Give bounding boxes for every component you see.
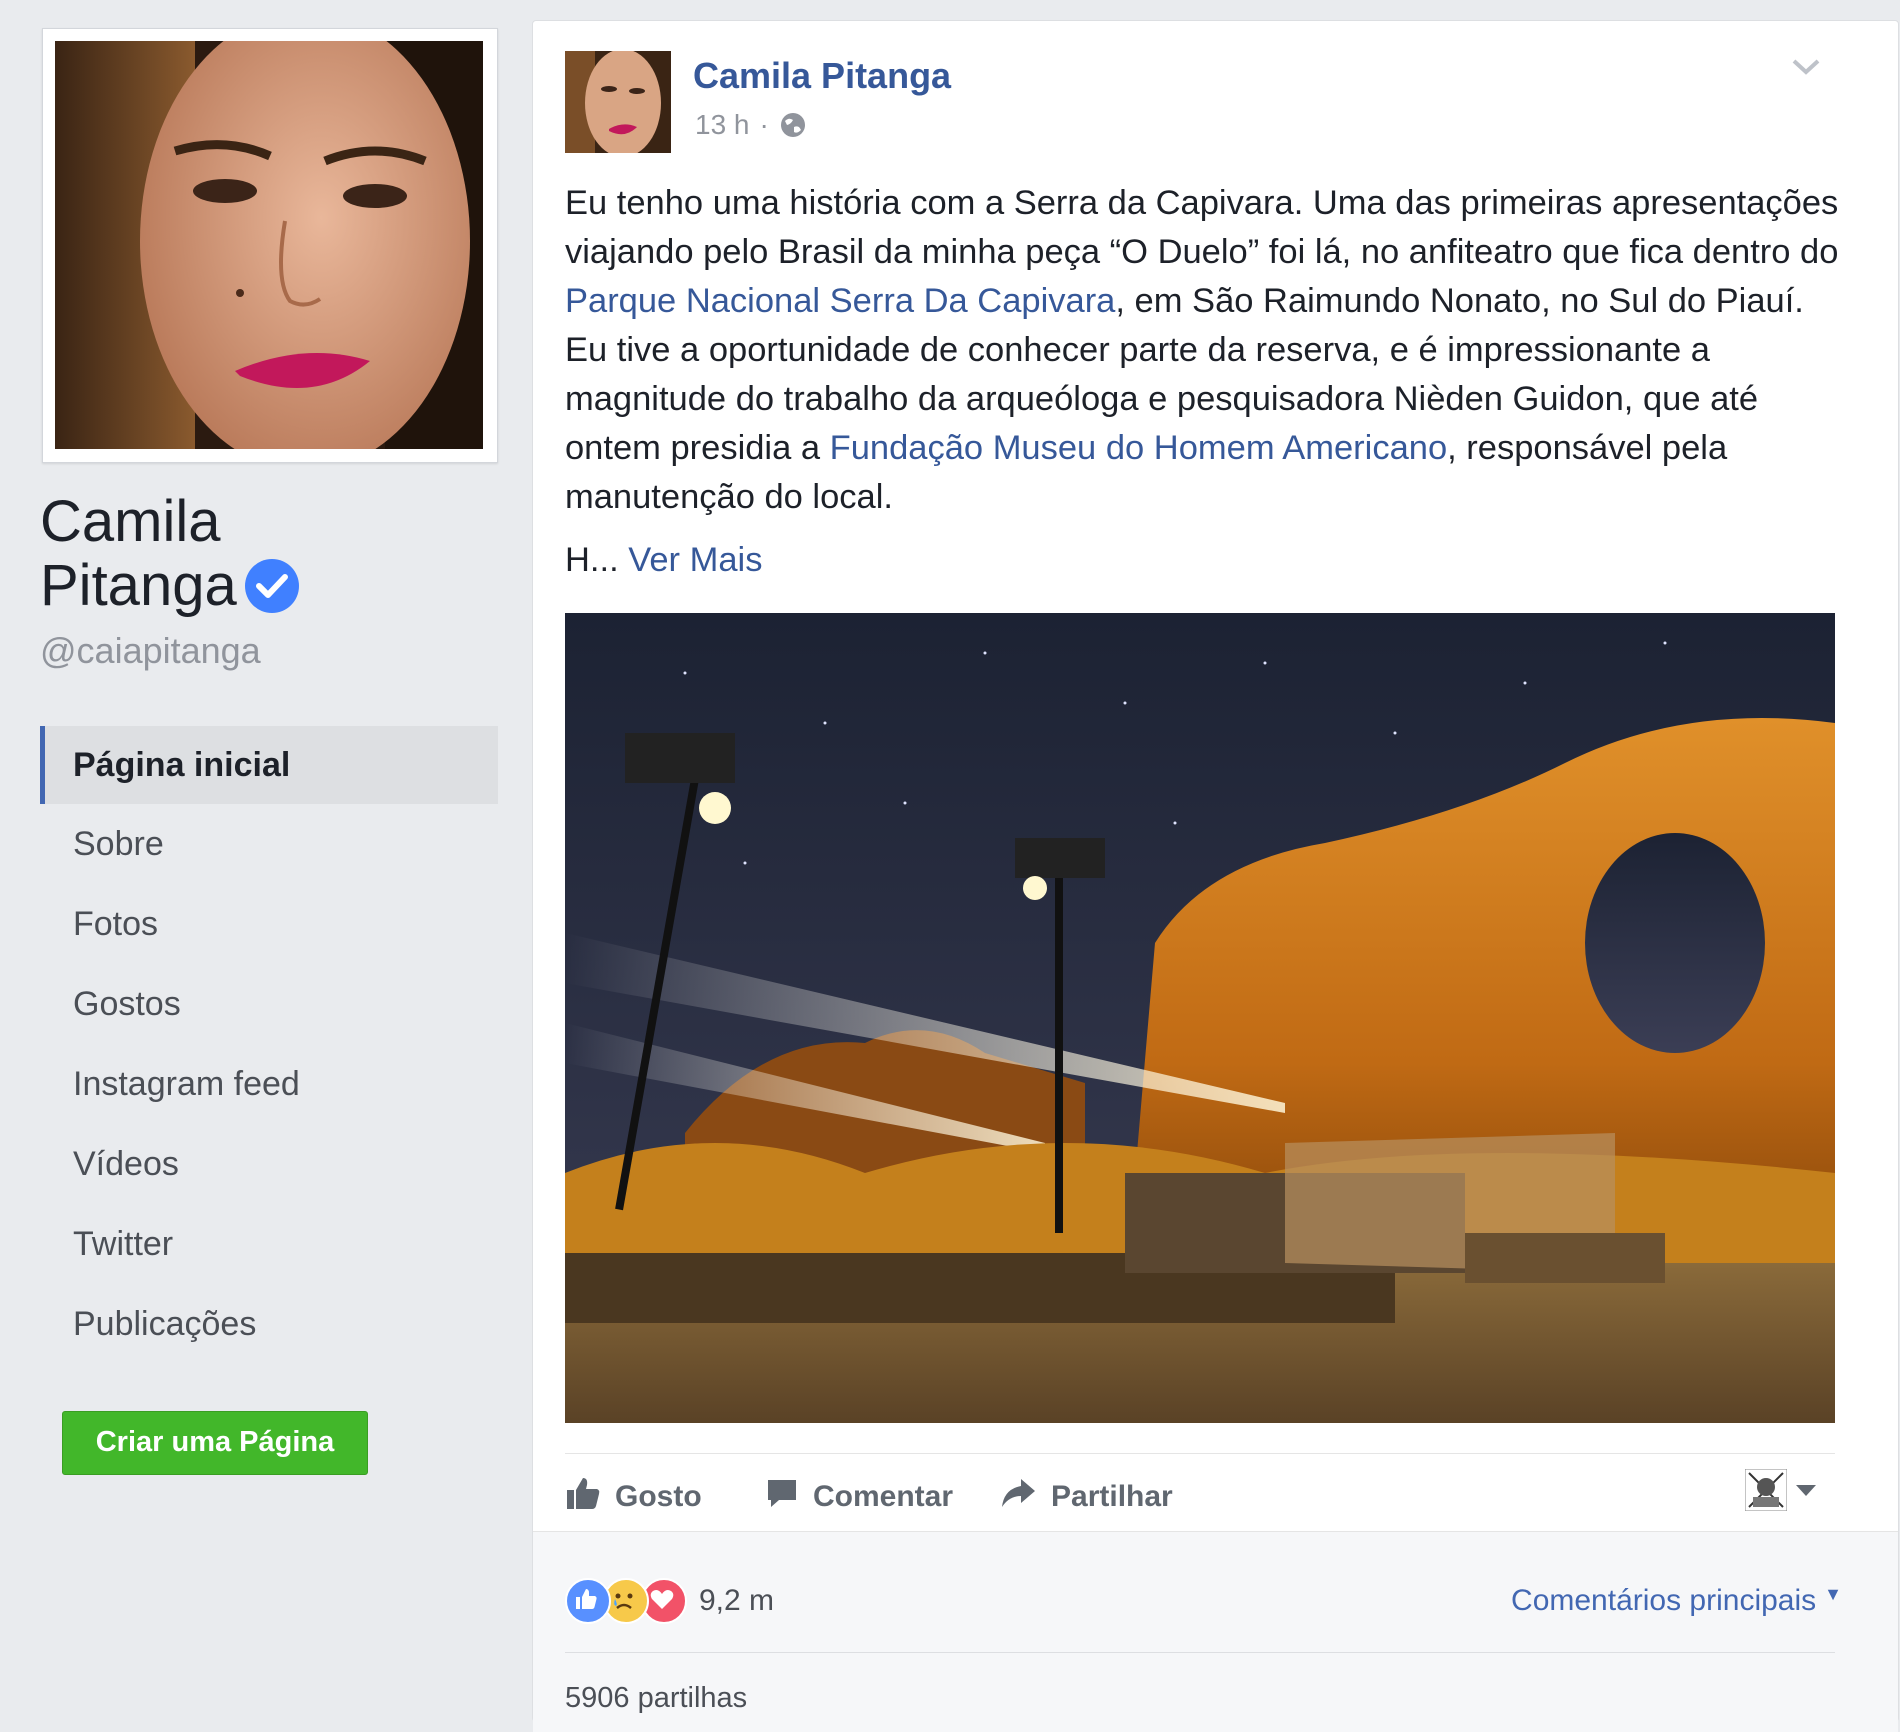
nav-item-posts[interactable]: Publicações — [40, 1284, 498, 1364]
post-timestamp[interactable]: 13 h — [695, 109, 750, 141]
post-as-avatar — [1744, 1468, 1788, 1516]
nav-item-likes[interactable]: Gostos — [40, 964, 498, 1044]
footer-divider — [565, 1652, 1835, 1653]
post-author-avatar[interactable] — [565, 51, 671, 153]
profile-picture[interactable] — [55, 41, 483, 449]
share-count[interactable]: 5906 partilhas — [565, 1682, 747, 1715]
page-title-line1: Camila — [40, 489, 221, 554]
see-more-link[interactable]: Ver Mais — [628, 541, 762, 579]
profile-picture-frame[interactable] — [42, 28, 498, 463]
share-button[interactable]: Partilhar — [999, 1469, 1173, 1525]
post-meta: 13 h · — [695, 109, 807, 141]
nav-item-photos[interactable]: Fotos — [40, 884, 498, 964]
like-icon — [565, 1476, 601, 1518]
reaction-count: 9,2 m — [699, 1584, 775, 1617]
top-comments-dropdown[interactable]: Comentários principais ▼ — [1511, 1584, 1842, 1618]
caret-down-icon: ▼ — [1824, 1584, 1842, 1604]
comment-button[interactable]: Comentar — [765, 1469, 953, 1525]
truncated-text: H... — [565, 541, 619, 579]
left-column: Camila Pitanga @caiapitanga Página inici… — [0, 0, 520, 1710]
post-footer: 9,2 m Comentários principais ▼ 5906 parti… — [533, 1531, 1898, 1732]
nav-item-home[interactable]: Página inicial — [40, 726, 498, 804]
globe-icon — [779, 111, 807, 139]
actions-divider — [565, 1453, 1835, 1454]
reaction-like-icon — [565, 1578, 611, 1624]
chevron-down-icon[interactable] — [1791, 57, 1821, 82]
page-nav: Página inicial Sobre Fotos Gostos Instag… — [40, 726, 498, 1364]
reactions-summary[interactable]: 9,2 m — [565, 1578, 774, 1624]
nav-item-twitter[interactable]: Twitter — [40, 1204, 498, 1284]
page-handle[interactable]: @caiapitanga — [40, 630, 261, 672]
link-parque-nacional[interactable]: Parque Nacional Serra Da Capivara — [565, 282, 1115, 320]
share-icon — [999, 1477, 1037, 1517]
verified-icon — [244, 558, 299, 613]
share-label: Partilhar — [1051, 1480, 1173, 1513]
top-comments-label: Comentários principais — [1511, 1584, 1817, 1617]
page-title-line2-text: Pitanga — [40, 553, 237, 618]
create-page-button[interactable]: Criar uma Página — [62, 1411, 368, 1475]
meta-separator: · — [759, 109, 769, 140]
post-body: Eu tenho uma história com a Serra da Cap… — [565, 179, 1855, 522]
like-button[interactable]: Gosto — [565, 1469, 702, 1525]
comment-icon — [765, 1477, 799, 1517]
see-more-line: H... Ver Mais — [565, 541, 762, 580]
comment-label: Comentar — [813, 1480, 954, 1513]
post-author-name[interactable]: Camila Pitanga — [693, 55, 951, 97]
post-card: Camila Pitanga 13 h · Eu tenho uma histó… — [532, 20, 1899, 1732]
page-title: Camila Pitanga — [40, 490, 480, 618]
post-photo[interactable] — [565, 613, 1835, 1423]
nav-item-about[interactable]: Sobre — [40, 804, 498, 884]
post-as-selector[interactable] — [1744, 1468, 1817, 1516]
nav-item-instagram-feed[interactable]: Instagram feed — [40, 1044, 498, 1124]
caret-down-icon — [1795, 1483, 1817, 1502]
like-label: Gosto — [615, 1480, 702, 1513]
nav-item-videos[interactable]: Vídeos — [40, 1124, 498, 1204]
link-fundacao-museu[interactable]: Fundação Museu do Homem Americano — [830, 429, 1447, 467]
post-text-part1: Eu tenho uma história com a Serra da Cap… — [565, 184, 1839, 271]
page-title-line2: Pitanga — [40, 554, 480, 618]
